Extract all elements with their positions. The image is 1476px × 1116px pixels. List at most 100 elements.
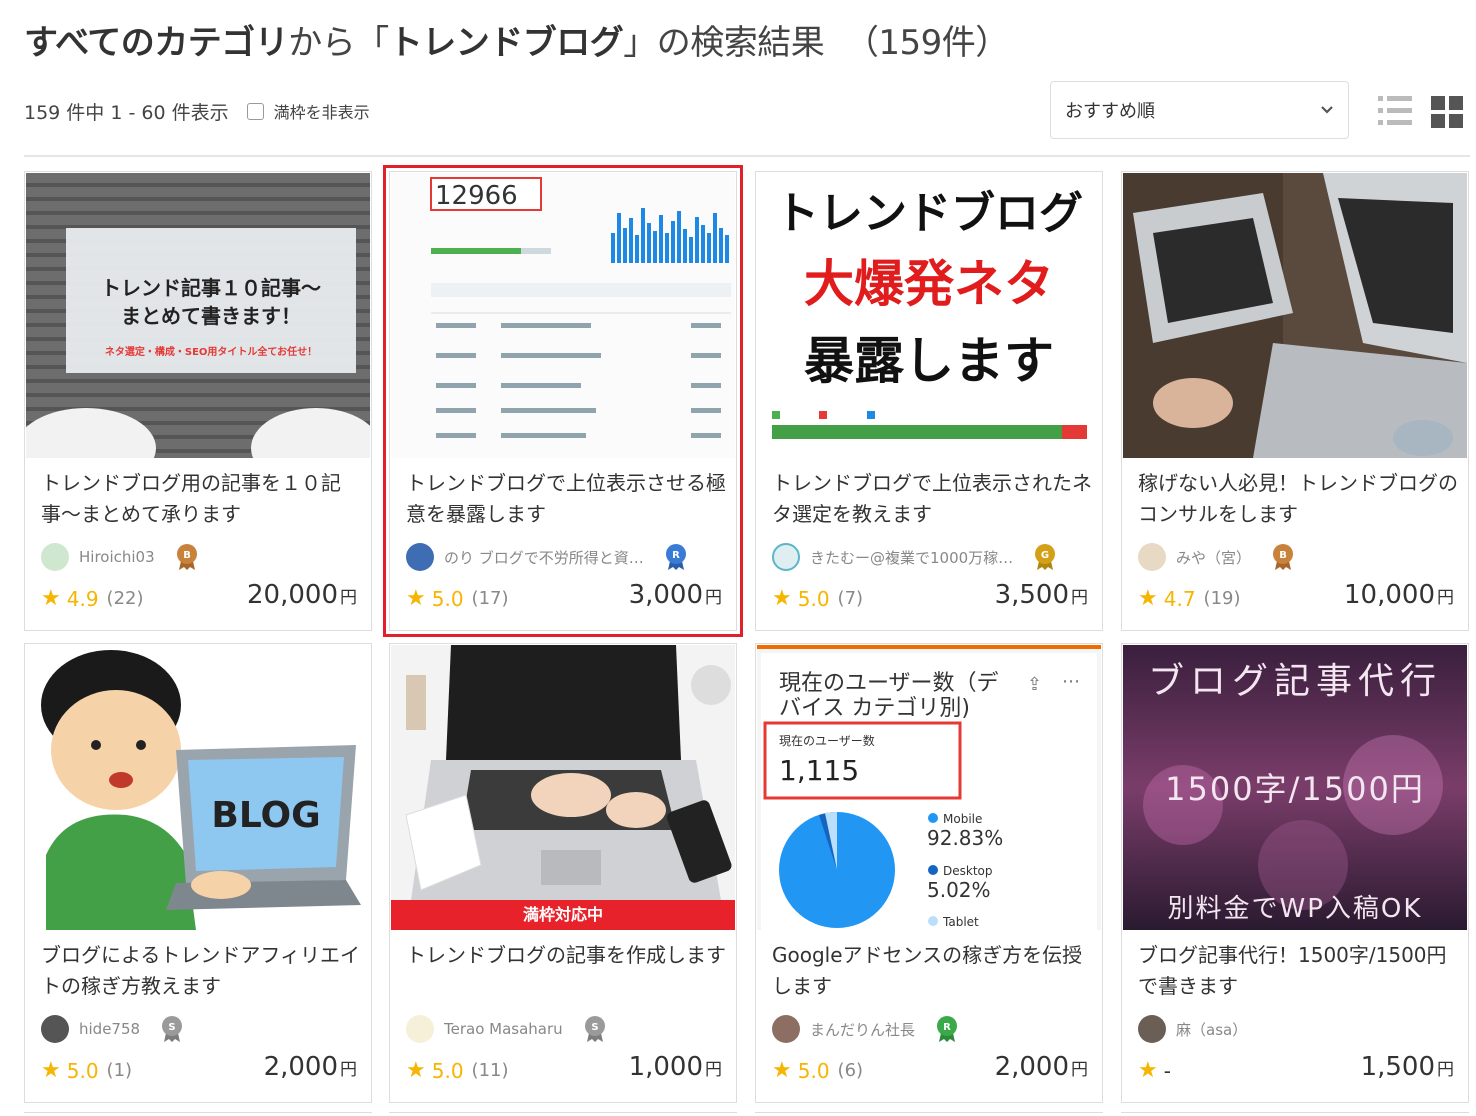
- result-summary: 159 件中 1 - 60 件表示 満枠を非表示: [24, 96, 370, 126]
- service-card[interactable]: 満枠対応中 トレンドブログの記事を作成します Terao Masaharu S …: [389, 643, 737, 1103]
- svg-text:⇪: ⇪: [1027, 674, 1042, 695]
- service-title[interactable]: ブログによるトレンドアフィリエイトの稼ぎ方教えます: [41, 940, 363, 1002]
- seller-info[interactable]: みや（宮） B: [1138, 542, 1295, 572]
- review-count: (22): [106, 588, 144, 609]
- svg-text:1,115: 1,115: [779, 754, 859, 787]
- seller-info[interactable]: まんだりん社長 R: [772, 1014, 959, 1044]
- rank-badge-icon: B: [1273, 544, 1294, 570]
- service-thumbnail[interactable]: 現在のユーザー数（デ バイス カテゴリ別) ⇪ ⋯ 現在のユーザー数 1,115…: [757, 645, 1101, 930]
- list-view-icon[interactable]: [1378, 94, 1412, 128]
- avatar[interactable]: [772, 543, 800, 571]
- star-icon: ★: [772, 1058, 792, 1083]
- svg-text:B: B: [1279, 550, 1287, 561]
- service-title[interactable]: トレンドブログ用の記事を１０記事〜まとめて承ります: [41, 468, 363, 530]
- service-title[interactable]: 稼げない人必見！トレンドブログのコンサルをします: [1138, 468, 1460, 530]
- seller-name[interactable]: hide758: [79, 1020, 140, 1038]
- price-value: 1,500: [1360, 1052, 1435, 1082]
- next-row-card-edge: [24, 1112, 372, 1116]
- service-title[interactable]: ブログ記事代行！1500字/1500円で書きます: [1138, 940, 1460, 1002]
- price: 2,000 円: [264, 1052, 357, 1082]
- service-card[interactable]: トレンド記事１０記事〜 まとめて書きます！ ネタ選定・構成・SEO用タイトル全て…: [24, 171, 372, 631]
- service-thumbnail[interactable]: トレンド記事１０記事〜 まとめて書きます！ ネタ選定・構成・SEO用タイトル全て…: [26, 173, 370, 458]
- svg-text:現在のユーザー数（デ: 現在のユーザー数（デ: [779, 671, 999, 696]
- service-title[interactable]: トレンドブログの記事を作成します: [406, 940, 728, 971]
- rating-score: 5.0: [797, 586, 830, 611]
- svg-text:バイス カテゴリ別): バイス カテゴリ別): [779, 696, 970, 721]
- svg-text:Tablet: Tablet: [942, 915, 979, 929]
- seller-name[interactable]: きたむー@複業で1000万稼…: [810, 547, 1013, 568]
- avatar[interactable]: [41, 543, 69, 571]
- category-name: すべてのカテゴリ: [24, 23, 289, 63]
- svg-text:ブログ記事代行: ブログ記事代行: [1148, 661, 1442, 702]
- price-unit: 円: [705, 1060, 722, 1080]
- service-thumbnail[interactable]: 12966: [391, 173, 735, 458]
- avatar[interactable]: [406, 1015, 434, 1043]
- seller-name[interactable]: のり ブログで不労所得と資…: [444, 547, 644, 568]
- seller-info[interactable]: Terao Masaharu S: [406, 1014, 607, 1044]
- seller-name[interactable]: 麻（asa）: [1176, 1019, 1247, 1040]
- hide-full-checkbox[interactable]: 満枠を非表示: [246, 99, 370, 123]
- seller-name[interactable]: Hiroichi03: [79, 548, 155, 566]
- service-title[interactable]: トレンドブログで上位表示させる極意を暴露します: [406, 468, 728, 530]
- review-count: (11): [471, 1060, 509, 1081]
- rank-badge-icon: S: [584, 1016, 605, 1042]
- service-card[interactable]: BLOG ブログによるトレンドアフィリエイトの稼ぎ方教えます hide758 S…: [24, 643, 372, 1103]
- heading-from: から「: [288, 23, 389, 63]
- service-thumbnail[interactable]: BLOG: [26, 645, 370, 930]
- service-thumbnail[interactable]: トレンドブログ 大爆発ネタ 暴露します: [757, 173, 1101, 458]
- star-icon: ★: [1138, 586, 1158, 611]
- avatar[interactable]: [406, 543, 434, 571]
- star-icon: ★: [772, 586, 792, 611]
- avatar[interactable]: [772, 1015, 800, 1043]
- price-value: 2,000: [994, 1052, 1069, 1082]
- seller-info[interactable]: 麻（asa）: [1138, 1014, 1247, 1044]
- seller-info[interactable]: Hiroichi03 B: [41, 542, 199, 572]
- checkbox-box[interactable]: [246, 102, 264, 120]
- service-thumbnail[interactable]: ブログ記事代行 1500字/1500円 別料金でWP入稿OK: [1123, 645, 1467, 930]
- rating-score: 5.0: [66, 1058, 99, 1083]
- service-card[interactable]: 現在のユーザー数（デ バイス カテゴリ別) ⇪ ⋯ 現在のユーザー数 1,115…: [755, 643, 1103, 1103]
- seller-name[interactable]: Terao Masaharu: [444, 1020, 563, 1038]
- review-count: (17): [471, 588, 509, 609]
- star-icon: ★: [406, 1058, 426, 1083]
- avatar[interactable]: [41, 1015, 69, 1043]
- service-card[interactable]: トレンドブログ 大爆発ネタ 暴露します トレンドブログで上位表示されたネタ選定を…: [755, 171, 1103, 631]
- seller-info[interactable]: のり ブログで不労所得と資… R: [406, 542, 688, 572]
- service-card[interactable]: 12966 トレンドブログで上位表示させる極意を暴露します のり ブログで不労所…: [383, 165, 743, 637]
- svg-text:トレンドブログ: トレンドブログ: [775, 188, 1083, 239]
- sort-select[interactable]: おすすめ順: [1050, 81, 1349, 139]
- service-title[interactable]: Googleアドセンスの稼ぎ方を伝授します: [772, 940, 1094, 1002]
- service-title[interactable]: トレンドブログで上位表示されたネタ選定を教えます: [772, 468, 1094, 530]
- avatar[interactable]: [1138, 543, 1166, 571]
- chevron-down-icon: [1321, 106, 1333, 114]
- price-unit: 円: [705, 588, 722, 608]
- service-thumbnail[interactable]: [1123, 173, 1467, 458]
- review-count: (19): [1203, 588, 1241, 609]
- service-thumbnail[interactable]: 満枠対応中: [391, 645, 735, 930]
- seller-info[interactable]: hide758 S: [41, 1014, 184, 1044]
- price-value: 3,500: [994, 580, 1069, 610]
- next-row-card-edge: [1121, 1112, 1469, 1116]
- price-unit: 円: [1437, 1060, 1454, 1080]
- svg-text:トレンド記事１０記事〜: トレンド記事１０記事〜: [101, 276, 321, 300]
- search-keyword: トレンドブログ: [388, 23, 624, 63]
- seller-name[interactable]: みや（宮）: [1176, 547, 1251, 568]
- service-card[interactable]: ブログ記事代行 1500字/1500円 別料金でWP入稿OK ブログ記事代行！1…: [1121, 643, 1469, 1103]
- rating: ★ 5.0 (6): [772, 1058, 863, 1083]
- svg-text:12966: 12966: [435, 181, 518, 211]
- price: 3,500 円: [995, 580, 1088, 610]
- svg-text:現在のユーザー数: 現在のユーザー数: [779, 733, 875, 748]
- price-value: 3,000: [628, 580, 703, 610]
- service-card[interactable]: 稼げない人必見！トレンドブログのコンサルをします みや（宮） B ★ 4.7 (…: [1121, 171, 1469, 631]
- svg-text:⋯: ⋯: [1062, 671, 1080, 692]
- seller-name[interactable]: まんだりん社長: [810, 1019, 915, 1040]
- review-count: (1): [106, 1060, 133, 1081]
- seller-info[interactable]: きたむー@複業で1000万稼… G: [772, 542, 1057, 572]
- svg-text:ネタ選定・構成・SEO用タイトル全てお任せ！: ネタ選定・構成・SEO用タイトル全てお任せ！: [105, 345, 317, 358]
- price-unit: 円: [340, 1060, 357, 1080]
- avatar[interactable]: [1138, 1015, 1166, 1043]
- price-unit: 円: [1437, 588, 1454, 608]
- grid-view-icon[interactable]: [1431, 96, 1463, 128]
- review-count: (7): [837, 588, 864, 609]
- price: 20,000 円: [247, 580, 357, 610]
